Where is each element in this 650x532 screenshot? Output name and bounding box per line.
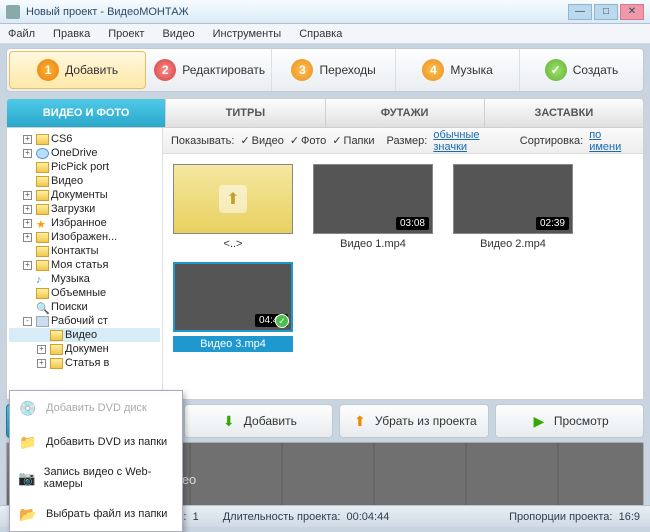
window-title: Новый проект - ВидеоМОНТАЖ	[26, 6, 566, 18]
popup-item[interactable]: 📁Добавить DVD из папки	[10, 425, 182, 459]
menu-project[interactable]: Проект	[104, 26, 148, 42]
close-button[interactable]: ✕	[620, 4, 644, 20]
tab-titles[interactable]: ТИТРЫ	[166, 99, 325, 127]
ribbon-create[interactable]: ✓Создать	[520, 49, 643, 91]
menu-video[interactable]: Видео	[158, 26, 198, 42]
size-link[interactable]: обычные значки	[433, 129, 513, 153]
thumb-item[interactable]: ⬆<..>	[173, 164, 293, 250]
ribbon-music[interactable]: 4Музыка	[396, 49, 520, 91]
tree-node[interactable]: +Моя статья	[9, 258, 160, 272]
menu-tools[interactable]: Инструменты	[209, 26, 286, 42]
tab-footage[interactable]: ФУТАЖИ	[326, 99, 485, 127]
thumb-item[interactable]: 03:08Видео 1.mp4	[313, 164, 433, 250]
tree-node[interactable]: ♪Музыка	[9, 272, 160, 286]
popup-item: 💿Добавить DVD диск	[10, 391, 182, 425]
tree-node[interactable]: Видео	[9, 328, 160, 342]
preview-button[interactable]: ▶Просмотр	[495, 404, 644, 438]
minimize-button[interactable]: —	[568, 4, 592, 20]
tree-node[interactable]: Контакты	[9, 244, 160, 258]
tree-node[interactable]: PicPick port	[9, 160, 160, 174]
menubar: Файл Правка Проект Видео Инструменты Спр…	[0, 24, 650, 44]
size-label: Размер:	[386, 135, 427, 147]
up-icon: ⬆	[351, 412, 369, 430]
filter-video[interactable]: ✓ Видео	[240, 134, 283, 147]
tree-node[interactable]: 🔍Поиски	[9, 300, 160, 314]
ribbon-add[interactable]: 1Добавить	[9, 51, 146, 89]
sort-link[interactable]: по имени	[589, 129, 635, 153]
menu-edit[interactable]: Правка	[49, 26, 94, 42]
tree-node[interactable]: +OneDrive	[9, 146, 160, 160]
titlebar: Новый проект - ВидеоМОНТАЖ — □ ✕	[0, 0, 650, 24]
popup-item[interactable]: 📂Выбрать файл из папки	[10, 497, 182, 531]
tree-node[interactable]: +Загрузки	[9, 202, 160, 216]
tree-node[interactable]: +Документы	[9, 188, 160, 202]
import-popup: 💿Добавить DVD диск📁Добавить DVD из папки…	[9, 390, 183, 532]
app-icon	[6, 5, 20, 19]
thumb-item[interactable]: 02:39Видео 2.mp4	[453, 164, 573, 250]
filter-photo[interactable]: ✓ Фото	[290, 134, 327, 147]
tree-node[interactable]: +Докумен	[9, 342, 160, 356]
tab-video-photo[interactable]: ВИДЕО И ФОТО	[7, 99, 166, 127]
tree-node[interactable]: Объемные	[9, 286, 160, 300]
right-pane: Показывать: ✓ Видео ✓ Фото ✓ Папки Разме…	[163, 128, 643, 399]
thumb-item[interactable]: 04:44✓Видео 3.mp4	[173, 262, 293, 352]
subtabs: ВИДЕО И ФОТО ТИТРЫ ФУТАЖИ ЗАСТАВКИ	[6, 98, 644, 128]
remove-button[interactable]: ⬆Убрать из проекта	[339, 404, 488, 438]
tree-node[interactable]: +CS6	[9, 132, 160, 146]
ribbon-transitions[interactable]: 3Переходы	[272, 49, 396, 91]
folder-tree[interactable]: +CS6+OneDrivePicPick portВидео+Документы…	[7, 128, 163, 399]
play-icon: ▶	[530, 412, 548, 430]
tree-node[interactable]: +★Избранное	[9, 216, 160, 230]
filter-show-label: Показывать:	[171, 135, 234, 147]
plus-icon: ⬇	[220, 412, 238, 430]
menu-file[interactable]: Файл	[4, 26, 39, 42]
filter-bar: Показывать: ✓ Видео ✓ Фото ✓ Папки Разме…	[163, 128, 643, 154]
ribbon-edit[interactable]: 2Редактировать	[148, 49, 272, 91]
menu-help[interactable]: Справка	[295, 26, 346, 42]
maximize-button[interactable]: □	[594, 4, 618, 20]
tree-node[interactable]: +Изображен...	[9, 230, 160, 244]
filter-folders[interactable]: ✓ Папки	[332, 134, 374, 147]
tab-intros[interactable]: ЗАСТАВКИ	[485, 99, 643, 127]
tree-node[interactable]: Видео	[9, 174, 160, 188]
tree-node[interactable]: -Рабочий ст	[9, 314, 160, 328]
tree-node[interactable]: +Статья в	[9, 356, 160, 370]
ribbon: 1Добавить 2Редактировать 3Переходы 4Музы…	[6, 48, 644, 92]
popup-item[interactable]: 📷Запись видео с Web-камеры	[10, 459, 182, 497]
sort-label: Сортировка:	[520, 135, 583, 147]
add-button[interactable]: ⬇Добавить	[184, 404, 333, 438]
thumbnails: ⬆<..>03:08Видео 1.mp402:39Видео 2.mp4 04:…	[163, 154, 643, 399]
main-area: +CS6+OneDrivePicPick portВидео+Документы…	[6, 128, 644, 400]
